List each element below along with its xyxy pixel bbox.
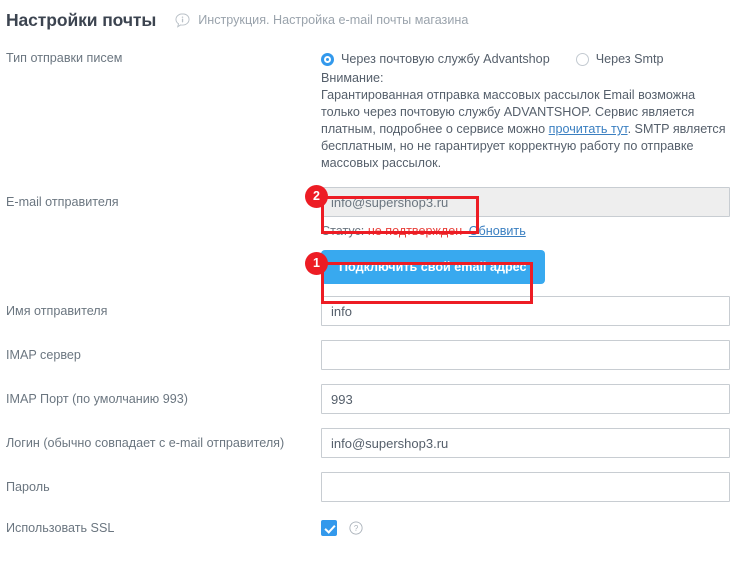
imap-server-label: IMAP сервер bbox=[0, 340, 321, 363]
row-imap-server: IMAP сервер bbox=[0, 340, 740, 370]
mail-settings-form: Тип отправки писем Через почтовую службу… bbox=[0, 32, 740, 538]
imap-server-input[interactable] bbox=[321, 340, 730, 370]
sender-email-input[interactable] bbox=[321, 187, 730, 217]
use-ssl-check-line: ? bbox=[321, 518, 730, 538]
use-ssl-field: ? bbox=[321, 518, 740, 538]
row-sender-email: E-mail отправителя Статус: не подтвержде… bbox=[0, 187, 740, 284]
send-type-label: Тип отправки писем bbox=[0, 50, 321, 66]
page-header: Настройки почты Инструкция. Настройка e-… bbox=[0, 0, 740, 32]
sender-name-field bbox=[321, 296, 740, 326]
notice-body: Гарантированная отправка массовых рассыл… bbox=[321, 87, 730, 172]
instruction-text: Инструкция. Настройка e-mail почты магаз… bbox=[198, 13, 468, 27]
question-circle-icon[interactable]: ? bbox=[349, 521, 363, 535]
sender-name-label: Имя отправителя bbox=[0, 296, 321, 319]
imap-server-field bbox=[321, 340, 740, 370]
row-use-ssl: Использовать SSL ? bbox=[0, 518, 740, 538]
password-field bbox=[321, 472, 740, 502]
login-label: Логин (обычно совпадает с e-mail отправи… bbox=[0, 428, 321, 451]
password-input[interactable] bbox=[321, 472, 730, 502]
send-type-field: Через почтовую службу Advantshop Через S… bbox=[321, 50, 740, 172]
login-field bbox=[321, 428, 740, 458]
sender-email-label: E-mail отправителя bbox=[0, 187, 321, 210]
row-imap-port: IMAP Порт (по умолчанию 993) bbox=[0, 384, 740, 414]
row-sender-name: Имя отправителя bbox=[0, 296, 740, 326]
send-type-radio-group: Через почтовую службу Advantshop Через S… bbox=[321, 50, 730, 68]
svg-text:?: ? bbox=[354, 524, 359, 533]
imap-port-input[interactable] bbox=[321, 384, 730, 414]
radio-label-smtp: Через Smtp bbox=[596, 52, 664, 66]
status-value: не подтвержден bbox=[368, 224, 462, 238]
radio-option-advantshop[interactable]: Через почтовую службу Advantshop bbox=[321, 52, 550, 66]
imap-port-field bbox=[321, 384, 740, 414]
row-password: Пароль bbox=[0, 472, 740, 502]
row-send-type: Тип отправки писем Через почтовую службу… bbox=[0, 50, 740, 172]
login-input[interactable] bbox=[321, 428, 730, 458]
page-title: Настройки почты bbox=[6, 10, 156, 31]
radio-option-smtp[interactable]: Через Smtp bbox=[576, 52, 664, 66]
instruction-block: Инструкция. Настройка e-mail почты магаз… bbox=[174, 12, 468, 29]
sender-email-field: Статус: не подтвержден Обновить Подключи… bbox=[321, 187, 740, 284]
connect-email-button[interactable]: Подключить свой email адрес bbox=[321, 250, 545, 284]
radio-mark-advantshop[interactable] bbox=[321, 53, 334, 66]
status-line: Статус: не подтвержден Обновить bbox=[321, 224, 730, 239]
imap-port-label: IMAP Порт (по умолчанию 993) bbox=[0, 384, 321, 407]
read-more-link[interactable]: прочитать тут bbox=[549, 122, 628, 136]
use-ssl-checkbox[interactable] bbox=[321, 520, 337, 536]
password-label: Пароль bbox=[0, 472, 321, 495]
use-ssl-label: Использовать SSL bbox=[0, 518, 321, 536]
status-refresh-link[interactable]: Обновить bbox=[469, 224, 526, 238]
radio-label-advantshop: Через почтовую службу Advantshop bbox=[341, 52, 550, 66]
radio-mark-smtp[interactable] bbox=[576, 53, 589, 66]
notice-title: Внимание: bbox=[321, 70, 730, 87]
row-login: Логин (обычно совпадает с e-mail отправи… bbox=[0, 428, 740, 458]
sender-name-input[interactable] bbox=[321, 296, 730, 326]
info-bubble-icon bbox=[174, 12, 191, 29]
status-label: Статус: bbox=[321, 224, 364, 238]
